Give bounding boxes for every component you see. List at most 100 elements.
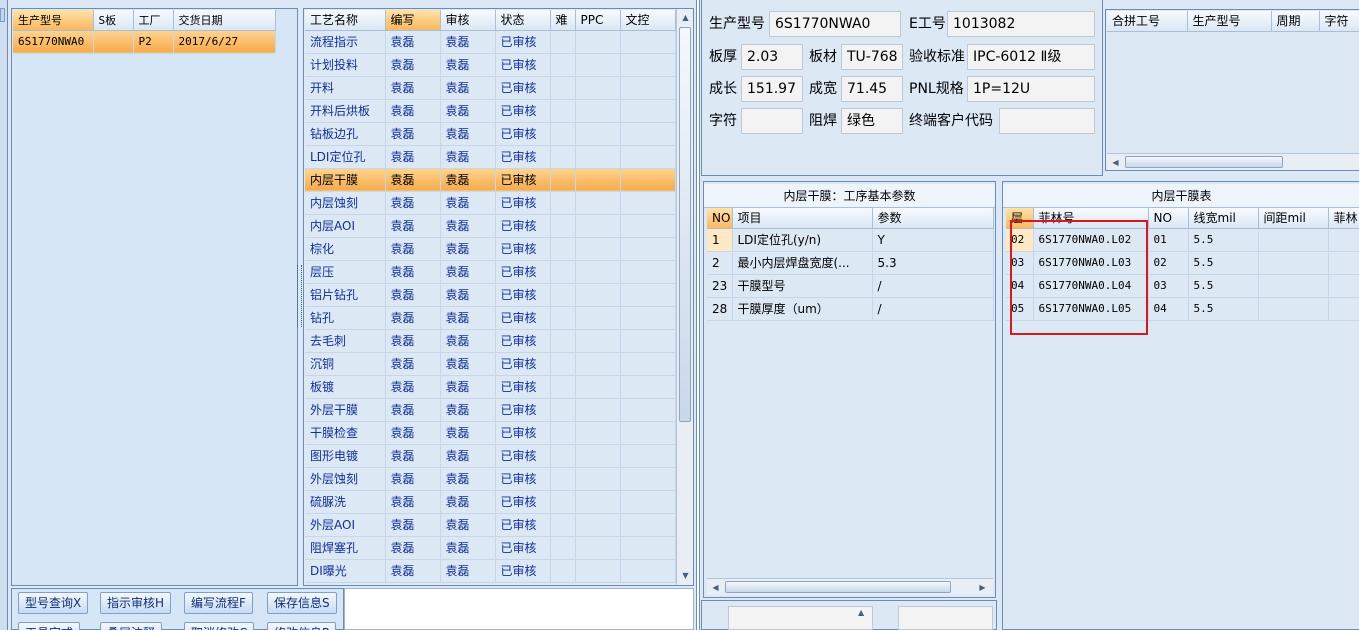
width-field[interactable]: 71.45 [841,76,903,102]
process-row[interactable]: 棕化 袁磊 袁磊 已审核 [305,237,676,261]
process-row[interactable]: 内层AOI 袁磊 袁磊 已审核 [305,214,676,238]
process-row[interactable]: 外层AOI 袁磊 袁磊 已审核 [305,513,676,537]
char-field[interactable] [741,108,803,134]
splitter-handle[interactable] [297,265,302,327]
merge-col-header[interactable]: 合拼工号 [1107,11,1188,32]
solder-mask-field[interactable]: 绿色 [841,108,903,134]
e-number-field[interactable]: 1013082 [947,11,1095,37]
bottom-sub-scroll-up-icon[interactable]: ▲ [858,608,864,617]
process-col-header[interactable]: PPC [575,10,621,31]
merge-scroll-thumb[interactable] [1125,156,1283,168]
params-row[interactable]: 1 LDI定位孔(y/n) Y [707,228,994,252]
scroll-up-icon[interactable]: ▲ [678,10,693,25]
process-col-header[interactable]: 编写 [385,10,441,31]
film-col-header[interactable]: 线宽mil [1188,208,1259,229]
left-edge-button[interactable] [0,8,5,22]
pnl-label: PNL规格 [909,81,964,97]
merge-col-header[interactable]: 字符 [1319,11,1359,32]
pnl-field[interactable]: 1P=12U [967,76,1095,102]
process-cell: 袁磊 [440,490,496,514]
scroll-right-icon[interactable]: ▶ [975,580,990,595]
toolbar-button[interactable]: 指示审核H [100,592,172,614]
process-cell: 已审核 [495,76,551,100]
process-empty-cell [620,398,676,422]
toolbar-button[interactable]: 工具定式 [18,622,81,630]
merge-horizontal-scrollbar[interactable]: ◀ [1107,153,1359,170]
process-row[interactable]: LDI定位孔 袁磊 袁磊 已审核 [305,145,676,169]
process-row[interactable]: 层压 袁磊 袁磊 已审核 [305,260,676,284]
film-col-header[interactable]: 间距mil [1258,208,1329,229]
process-row[interactable]: 钻孔 袁磊 袁磊 已审核 [305,306,676,330]
process-empty-cell [550,375,576,399]
film-col-header[interactable]: 菲林 [1328,208,1359,229]
process-row[interactable]: 开料 袁磊 袁磊 已审核 [305,76,676,100]
process-row[interactable]: 外层蚀刻 袁磊 袁磊 已审核 [305,467,676,491]
toolbar-button[interactable]: 修改信息P [267,622,337,630]
process-col-header[interactable]: 工艺名称 [305,10,386,31]
process-row[interactable]: 内层干膜 袁磊 袁磊 已审核 [305,168,676,192]
toolbar-button[interactable]: 型号查询X [18,592,89,614]
params-scroll-thumb[interactable] [725,581,951,593]
process-cell: 已审核 [495,536,551,560]
standard-field[interactable]: IPC-6012 Ⅱ级 [967,44,1095,70]
process-empty-cell [550,329,576,353]
params-row[interactable]: 23 干膜型号 / [707,274,994,298]
merge-col-header[interactable]: 周期 [1271,11,1320,32]
params-col-header[interactable]: 参数 [872,208,994,229]
model-field[interactable]: 6S1770NWA0 [769,11,901,37]
process-row[interactable]: 计划投料 袁磊 袁磊 已审核 [305,53,676,77]
scroll-down-icon[interactable]: ▼ [678,568,693,583]
process-cell: 袁磊 [385,53,441,77]
model-col-header[interactable]: 交货日期 [173,10,276,31]
toolbar-button[interactable]: 编写流程F [184,592,253,614]
model-col-header[interactable]: S板 [93,10,134,31]
process-row[interactable]: DI曝光 袁磊 袁磊 已审核 [305,559,676,583]
customer-code-label: 终端客户代码 [909,113,993,129]
toolbar-button[interactable]: 叠层注释 [100,622,163,630]
material-field[interactable]: TU-768 [841,44,903,70]
process-col-header[interactable]: 审核 [440,10,496,31]
model-col-header[interactable]: 工厂 [133,10,174,31]
model-row[interactable]: 6S1770NWA0 P2 2017/6/27 [13,30,276,54]
params-col-header[interactable]: NO [707,208,733,229]
process-cell: 已审核 [495,421,551,445]
process-cell: 已审核 [495,467,551,491]
bottom-sub-field-2[interactable] [898,606,993,630]
merge-col-header[interactable]: 生产型号 [1187,11,1272,32]
bottom-sub-field-1[interactable] [728,606,873,630]
process-empty-cell [620,53,676,77]
process-col-header[interactable]: 文控 [620,10,676,31]
process-row[interactable]: 铝片钻孔 袁磊 袁磊 已审核 [305,283,676,307]
process-vertical-scrollbar[interactable]: ▲ ▼ [676,9,693,585]
scroll-left-icon[interactable]: ◀ [1108,155,1123,170]
process-row[interactable]: 图形电镀 袁磊 袁磊 已审核 [305,444,676,468]
process-col-header[interactable]: 难 [550,10,576,31]
process-row[interactable]: 干膜检查 袁磊 袁磊 已审核 [305,421,676,445]
process-row[interactable]: 钻板边孔 袁磊 袁磊 已审核 [305,122,676,146]
params-horizontal-scrollbar[interactable]: ◀ ▶ [707,578,993,595]
toolbar-button[interactable]: 保存信息S [267,592,337,614]
process-row[interactable]: 开料后烘板 袁磊 袁磊 已审核 [305,99,676,123]
scroll-thumb[interactable] [679,27,691,422]
model-cell: P2 [133,30,174,54]
length-field[interactable]: 151.97 [741,76,803,102]
process-row[interactable]: 阻焊塞孔 袁磊 袁磊 已审核 [305,536,676,560]
film-col-header[interactable]: NO [1148,208,1189,229]
scroll-left-icon[interactable]: ◀ [708,580,723,595]
thickness-field[interactable]: 2.03 [741,44,803,70]
params-row[interactable]: 2 最小内层焊盘宽度(... 5.3 [707,251,994,275]
process-row[interactable]: 内层蚀刻 袁磊 袁磊 已审核 [305,191,676,215]
toolbar-button[interactable]: 取消修改C [184,622,255,630]
process-row[interactable]: 外层干膜 袁磊 袁磊 已审核 [305,398,676,422]
model-col-header[interactable]: 生产型号 [13,10,94,31]
params-col-header[interactable]: 项目 [732,208,873,229]
params-row[interactable]: 28 干膜厚度（um） / [707,297,994,321]
customer-code-field[interactable] [999,108,1095,134]
process-row[interactable]: 硫脲洗 袁磊 袁磊 已审核 [305,490,676,514]
process-col-header[interactable]: 状态 [495,10,551,31]
process-row[interactable]: 沉铜 袁磊 袁磊 已审核 [305,352,676,376]
process-row[interactable]: 去毛刺 袁磊 袁磊 已审核 [305,329,676,353]
process-row[interactable]: 流程指示 袁磊 袁磊 已审核 [305,30,676,54]
process-row[interactable]: 板镀 袁磊 袁磊 已审核 [305,375,676,399]
process-empty-cell [550,421,576,445]
